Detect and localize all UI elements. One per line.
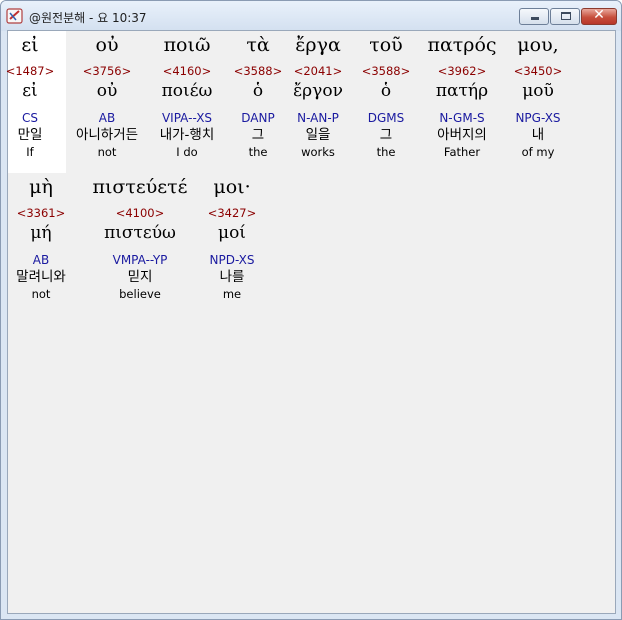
greek-word: πιστεύετέ [92,176,188,198]
word-cell[interactable]: πιστεύετέ <4100> πιστεύω VMPA--YP 믿지 believe [92,173,188,302]
english-gloss: not [31,287,51,301]
word-cell[interactable]: μοι· <3427> μοί NPD-XS 나를 me [184,173,280,302]
lemma: πιστεύω [104,223,176,243]
app-icon[interactable] [6,7,24,25]
word-cell[interactable]: μου, <3450> μοῦ NPG-XS 내 of my [490,31,586,160]
strong-number[interactable]: <4100> [92,205,188,221]
korean-gloss: 말려니와 [16,269,66,285]
strong-number[interactable]: <3427> [184,205,280,221]
morphology-code: AB [32,253,50,267]
greek-word: μου, [517,34,559,56]
morphology-code: NPD-XS [209,253,255,267]
korean-gloss: 믿지 [127,269,153,285]
maximize-icon [561,12,571,20]
greek-word: μὴ [29,176,53,198]
morphology-code: VMPA--YP [112,253,168,267]
interlinear-panel[interactable]: εἰ <1487> εἰ CS 만일 If οὐ <3756> οὐ AB 아니하거든 not ποιῶ… [6,30,616,614]
lemma: μοῦ [522,81,554,101]
strong-number[interactable]: <3450> [490,63,586,79]
korean-gloss: 내 [531,127,545,143]
english-gloss: believe [119,287,161,301]
english-gloss: of my [521,145,555,159]
maximize-button[interactable] [550,8,580,25]
greek-word: μοι· [213,176,251,198]
strong-number[interactable]: <3361> [0,205,89,221]
title-bar[interactable]: @원전분해 - 요 10:37 ✕ [1,1,621,31]
lemma: μή [30,223,52,243]
app-window: @원전분해 - 요 10:37 ✕ εἰ <1487> εἰ CS 만일 If οὐ <375… [0,0,622,620]
morphology-code: NPG-XS [515,111,561,125]
minimize-button[interactable] [519,8,549,25]
english-gloss: me [222,287,242,301]
close-icon: ✕ [593,7,605,23]
korean-gloss: 나를 [219,269,245,285]
lemma: μοί [218,223,246,243]
window-title: @원전분해 - 요 10:37 [29,11,147,25]
word-cell[interactable]: μὴ <3361> μή AB 말려니와 not [0,173,89,302]
close-button[interactable]: ✕ [581,7,617,25]
minimize-icon [531,17,539,20]
